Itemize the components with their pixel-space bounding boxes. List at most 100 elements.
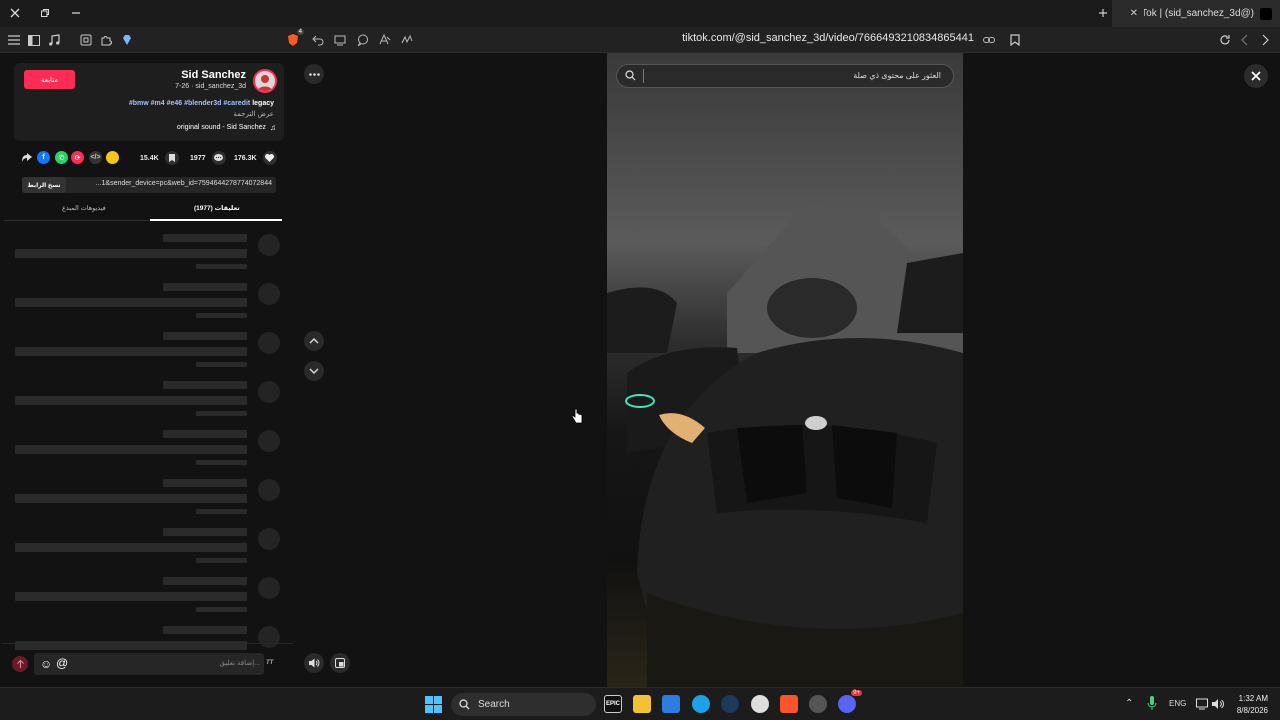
post-info-card: متابعة Sid Sanchez 7-26 · sid_sanchez_3d… (14, 63, 284, 141)
sidebar-menu-icon[interactable] (6, 32, 22, 48)
music-icon[interactable] (46, 32, 62, 48)
skeleton-line (15, 494, 247, 503)
restore-window-icon[interactable] (35, 4, 55, 22)
skeleton-line (15, 298, 247, 307)
post-caption: #bmw #m4 #e46 #blender3d #caredit legacy (129, 100, 274, 107)
related-search-box[interactable]: العثور على محتوى ذي صلة (616, 64, 954, 88)
whatsapp-share-icon[interactable]: ✆ (55, 151, 68, 164)
clock-time: 1:32 AM (1238, 694, 1268, 703)
new-tab-icon[interactable] (1093, 4, 1113, 22)
sidebar-toggle-icon[interactable] (26, 32, 42, 48)
skeleton-line (196, 411, 247, 416)
network-icon[interactable] (1196, 698, 1208, 710)
tab-title: (@sid_sanchez_3d) | TikTok :: (1144, 8, 1254, 19)
next-video-button[interactable] (304, 361, 324, 381)
taskbar-search[interactable]: Search (451, 693, 596, 716)
comment-bubble-icon (211, 151, 226, 165)
close-window-icon[interactable] (5, 4, 25, 22)
previous-video-button[interactable] (304, 331, 324, 351)
forward-nav-icon[interactable] (1257, 32, 1273, 48)
likes-stat[interactable]: 176.3K (234, 148, 277, 168)
discord-icon[interactable]: 9+ (838, 690, 862, 713)
epic-games-icon[interactable]: EPIC (604, 695, 622, 713)
text-format-icon[interactable]: TT (266, 660, 273, 666)
gift-coin-icon[interactable]: ● (106, 151, 119, 164)
back-arrow-icon[interactable] (310, 32, 326, 48)
close-video-button[interactable] (1244, 64, 1268, 88)
tiktok-tab-icon (1260, 7, 1272, 20)
panel-tabs: فيديوهات المبدع تعليقات (1977) (4, 201, 282, 221)
tray-chevron-icon[interactable]: ⌃ (1125, 698, 1133, 709)
skeleton-avatar (258, 234, 280, 256)
author-meta: 7-26 · sid_sanchez_3d (175, 83, 246, 90)
engagement-row: f ✆ ⟳ </> ● 15.4K 1977 176.3K (12, 148, 292, 168)
share-arrow-icon[interactable] (20, 151, 33, 164)
tab-manager-icon[interactable] (78, 32, 94, 48)
windows-start-icon[interactable] (425, 696, 442, 713)
steam-icon[interactable] (721, 695, 739, 713)
skeleton-line (196, 509, 247, 514)
comment-input[interactable]: ☺ @ إضافة تعليق... (34, 653, 264, 675)
extensions-icon[interactable] (98, 32, 114, 48)
caption-text: legacy (252, 100, 274, 107)
skeleton-line (163, 479, 247, 487)
brave-shield-icon[interactable]: 4 (285, 29, 304, 48)
draw-icon[interactable] (399, 32, 415, 48)
wallet-gem-icon[interactable] (119, 32, 135, 48)
copy-link-button[interactable]: نسخ الرابط (22, 177, 66, 193)
repost-icon[interactable]: ⟳ (71, 151, 84, 164)
author-avatar[interactable] (253, 69, 277, 93)
language-indicator[interactable]: ENG (1169, 699, 1186, 708)
chatgpt-icon[interactable] (809, 695, 827, 713)
video-player[interactable]: العثور على محتوى ذي صلة (607, 53, 963, 687)
minimize-window-icon[interactable] (66, 4, 86, 22)
reload-icon[interactable] (1217, 32, 1233, 48)
tab-close-icon[interactable]: ✕ (1130, 8, 1138, 19)
chat-icon[interactable] (355, 32, 371, 48)
picture-in-picture-button[interactable] (330, 653, 350, 673)
author-name[interactable]: Sid Sanchez (181, 69, 246, 81)
tab-creator-videos[interactable]: فيديوهات المبدع (62, 204, 106, 212)
microphone-icon[interactable] (1147, 696, 1157, 710)
file-explorer-icon[interactable] (633, 695, 651, 713)
facebook-share-icon[interactable]: f (37, 151, 50, 164)
search-icon (459, 699, 470, 710)
settings-gear-icon[interactable] (751, 695, 769, 713)
bookmark-icon[interactable] (1007, 32, 1023, 48)
emoji-icon[interactable]: ☺ (40, 657, 52, 671)
clock[interactable]: 1:32 AM 8/8/2026 (1228, 693, 1268, 717)
more-options-button[interactable] (304, 64, 324, 84)
skeleton-line (15, 592, 247, 601)
hand-cursor-icon (571, 408, 583, 424)
skeleton-line (196, 264, 247, 269)
mention-icon[interactable]: @ (56, 656, 68, 670)
speaker-icon[interactable] (1212, 698, 1224, 710)
sound-link[interactable]: original sound - Sid Sanchez ♫ (177, 123, 276, 132)
skeleton-line (163, 332, 247, 340)
embed-code-icon[interactable]: </> (89, 151, 102, 164)
back-nav-icon[interactable] (1237, 32, 1253, 48)
cast-icon[interactable] (332, 32, 348, 48)
skeleton-line (163, 381, 247, 389)
address-bar[interactable]: tiktok.com/@sid_sanchez_3d/video/7666493… (560, 32, 974, 44)
follow-button[interactable]: متابعة (24, 70, 75, 89)
caption-hashtags[interactable]: #bmw #m4 #e46 #blender3d #caredit (129, 100, 250, 107)
translate-icon[interactable] (377, 32, 393, 48)
comments-stat[interactable]: 1977 (190, 148, 226, 168)
tab-comments[interactable]: تعليقات (1977) (194, 204, 240, 212)
saves-stat[interactable]: 15.4K (140, 148, 179, 168)
send-comment-button[interactable] (12, 656, 28, 672)
skeleton-line (196, 607, 247, 612)
share-link-text[interactable]: ...1&sender_device=pc&web_id=75946442787… (96, 180, 272, 187)
skeleton-line (163, 234, 247, 242)
edge-icon[interactable] (692, 695, 710, 713)
shield-count-badge: 4 (296, 29, 304, 35)
microsoft-store-icon[interactable] (662, 695, 680, 713)
link-icon[interactable] (981, 32, 997, 48)
browser-tab[interactable]: (@sid_sanchez_3d) | TikTok :: ✕ (1112, 0, 1280, 27)
brave-browser-icon[interactable] (780, 695, 798, 713)
skeleton-line (15, 396, 247, 405)
volume-button[interactable] (304, 653, 324, 673)
translate-link[interactable]: عرض الترجمة (233, 110, 274, 118)
skeleton-line (196, 460, 247, 465)
